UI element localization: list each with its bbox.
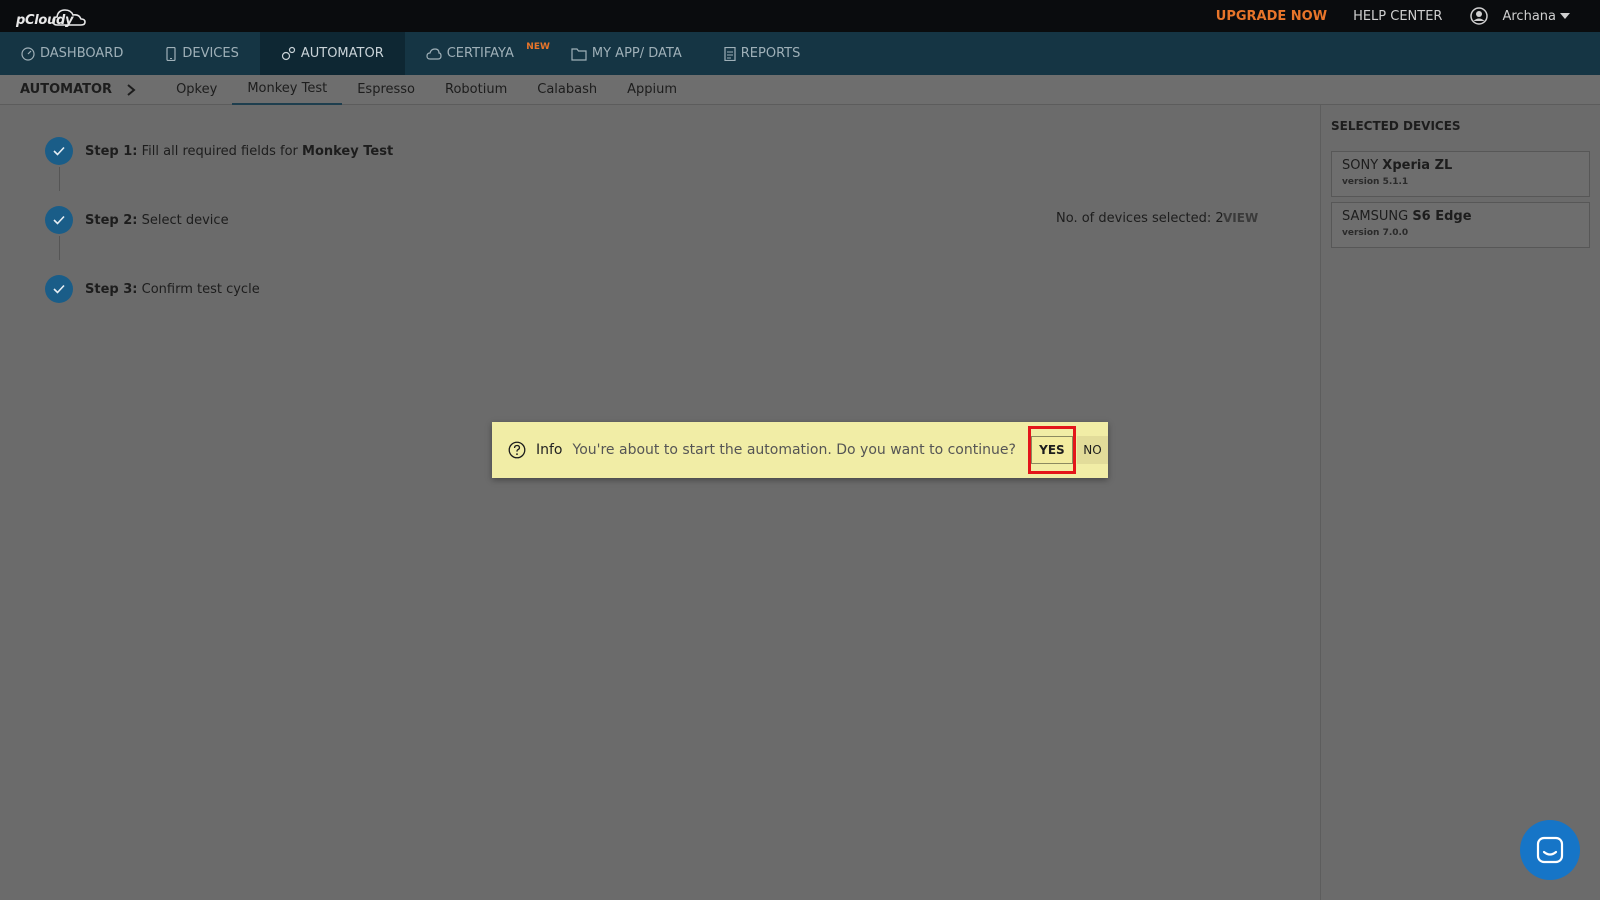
- no-button[interactable]: NO: [1076, 436, 1108, 464]
- step-2-text: Select device: [141, 212, 229, 228]
- check-icon: [45, 275, 73, 303]
- step-3: Step 3: Confirm test cycle: [45, 275, 260, 303]
- device-version: version 5.1.1: [1342, 177, 1409, 187]
- step-connector: [59, 167, 60, 191]
- step-1-text: Fill all required fields for: [141, 143, 303, 159]
- user-avatar-icon[interactable]: [1470, 7, 1489, 25]
- upgrade-now-link[interactable]: UPGRADE NOW: [1216, 9, 1327, 24]
- step-1: Step 1: Fill all required fields for Mon…: [45, 137, 393, 165]
- check-icon: [45, 206, 73, 234]
- devices-selected-count: No. of devices selected: 2: [1056, 211, 1224, 226]
- device-brand: SONY: [1342, 158, 1379, 173]
- main-nav: DASHBOARD DEVICES AUTOMATOR CERTIFAYA NE…: [0, 32, 1600, 75]
- pcloudy-logo[interactable]: pCloudy: [15, 5, 95, 29]
- help-center-link[interactable]: HELP CENTER: [1353, 9, 1442, 24]
- automator-icon: [281, 46, 295, 61]
- new-badge: NEW: [526, 42, 550, 52]
- cloud-icon: [426, 47, 442, 60]
- view-devices-link[interactable]: VIEW: [1223, 211, 1258, 225]
- folder-icon: [571, 47, 587, 61]
- nav-devices-label: DEVICES: [182, 46, 239, 61]
- nav-my-app-data-label: MY APP/ DATA: [591, 46, 682, 61]
- step-connector: [59, 236, 60, 260]
- step-2-label: Step 2:: [85, 212, 138, 228]
- logo-text: pCloudy: [16, 13, 74, 28]
- step-3-text: Confirm test cycle: [141, 281, 260, 297]
- selected-devices-title: SELECTED DEVICES: [1331, 119, 1461, 133]
- tab-opkey[interactable]: Opkey: [161, 75, 232, 105]
- user-name-menu[interactable]: Archana: [1502, 9, 1556, 24]
- check-icon: [45, 137, 73, 165]
- tab-appium[interactable]: Appium: [612, 75, 692, 105]
- tab-espresso[interactable]: Espresso: [342, 75, 430, 105]
- yes-button[interactable]: YES: [1030, 436, 1073, 464]
- tab-robotium[interactable]: Robotium: [430, 75, 522, 105]
- dialog-title: Info: [536, 442, 563, 458]
- chat-launcher-button[interactable]: [1520, 820, 1580, 880]
- dialog-message: You're about to start the automation. Do…: [572, 442, 1016, 458]
- device-card[interactable]: SONY Xperia ZL version 5.1.1: [1331, 151, 1590, 197]
- step-3-label: Step 3:: [85, 281, 138, 297]
- nav-devices[interactable]: DEVICES: [144, 32, 260, 75]
- breadcrumb-automator: AUTOMATOR: [20, 82, 113, 97]
- tab-monkey-test[interactable]: Monkey Test: [232, 75, 343, 105]
- nav-automator-label: AUTOMATOR: [300, 46, 384, 61]
- device-brand: SAMSUNG: [1342, 209, 1409, 224]
- nav-automator[interactable]: AUTOMATOR: [259, 32, 405, 75]
- device-model: S6 Edge: [1412, 209, 1472, 224]
- chevron-down-icon[interactable]: [1560, 13, 1570, 19]
- device-version: version 7.0.0: [1342, 228, 1409, 238]
- step-2: Step 2: Select device: [45, 206, 229, 234]
- chat-icon: [1536, 836, 1564, 864]
- chevron-right-icon: [127, 83, 136, 96]
- top-bar: pCloudy UPGRADE NOW HELP CENTER Archana: [0, 0, 1600, 32]
- nav-reports[interactable]: REPORTS: [703, 32, 822, 75]
- step-1-test-name: Monkey Test: [302, 143, 394, 159]
- nav-certifaya[interactable]: CERTIFAYA NEW: [405, 32, 550, 75]
- device-icon: [166, 46, 176, 61]
- device-model: Xperia ZL: [1382, 158, 1453, 173]
- dashboard-icon: [21, 46, 35, 61]
- nav-dashboard[interactable]: DASHBOARD: [0, 32, 144, 75]
- yes-button-highlight: YES: [1027, 426, 1076, 474]
- nav-dashboard-label: DASHBOARD: [40, 46, 124, 61]
- question-icon: [508, 441, 526, 459]
- device-card[interactable]: SAMSUNG S6 Edge version 7.0.0: [1331, 202, 1590, 248]
- nav-certifaya-label: CERTIFAYA: [446, 46, 514, 61]
- step-1-label: Step 1:: [85, 143, 138, 159]
- report-icon: [724, 46, 736, 61]
- nav-my-app-data[interactable]: MY APP/ DATA: [550, 32, 703, 75]
- tab-calabash[interactable]: Calabash: [522, 75, 612, 105]
- selected-devices-panel: SELECTED DEVICES SONY Xperia ZL version …: [1320, 105, 1600, 900]
- confirm-dialog: Info You're about to start the automatio…: [492, 422, 1108, 478]
- automator-subnav: AUTOMATOR Opkey Monkey Test Espresso Rob…: [0, 75, 1600, 105]
- nav-reports-label: REPORTS: [740, 46, 801, 61]
